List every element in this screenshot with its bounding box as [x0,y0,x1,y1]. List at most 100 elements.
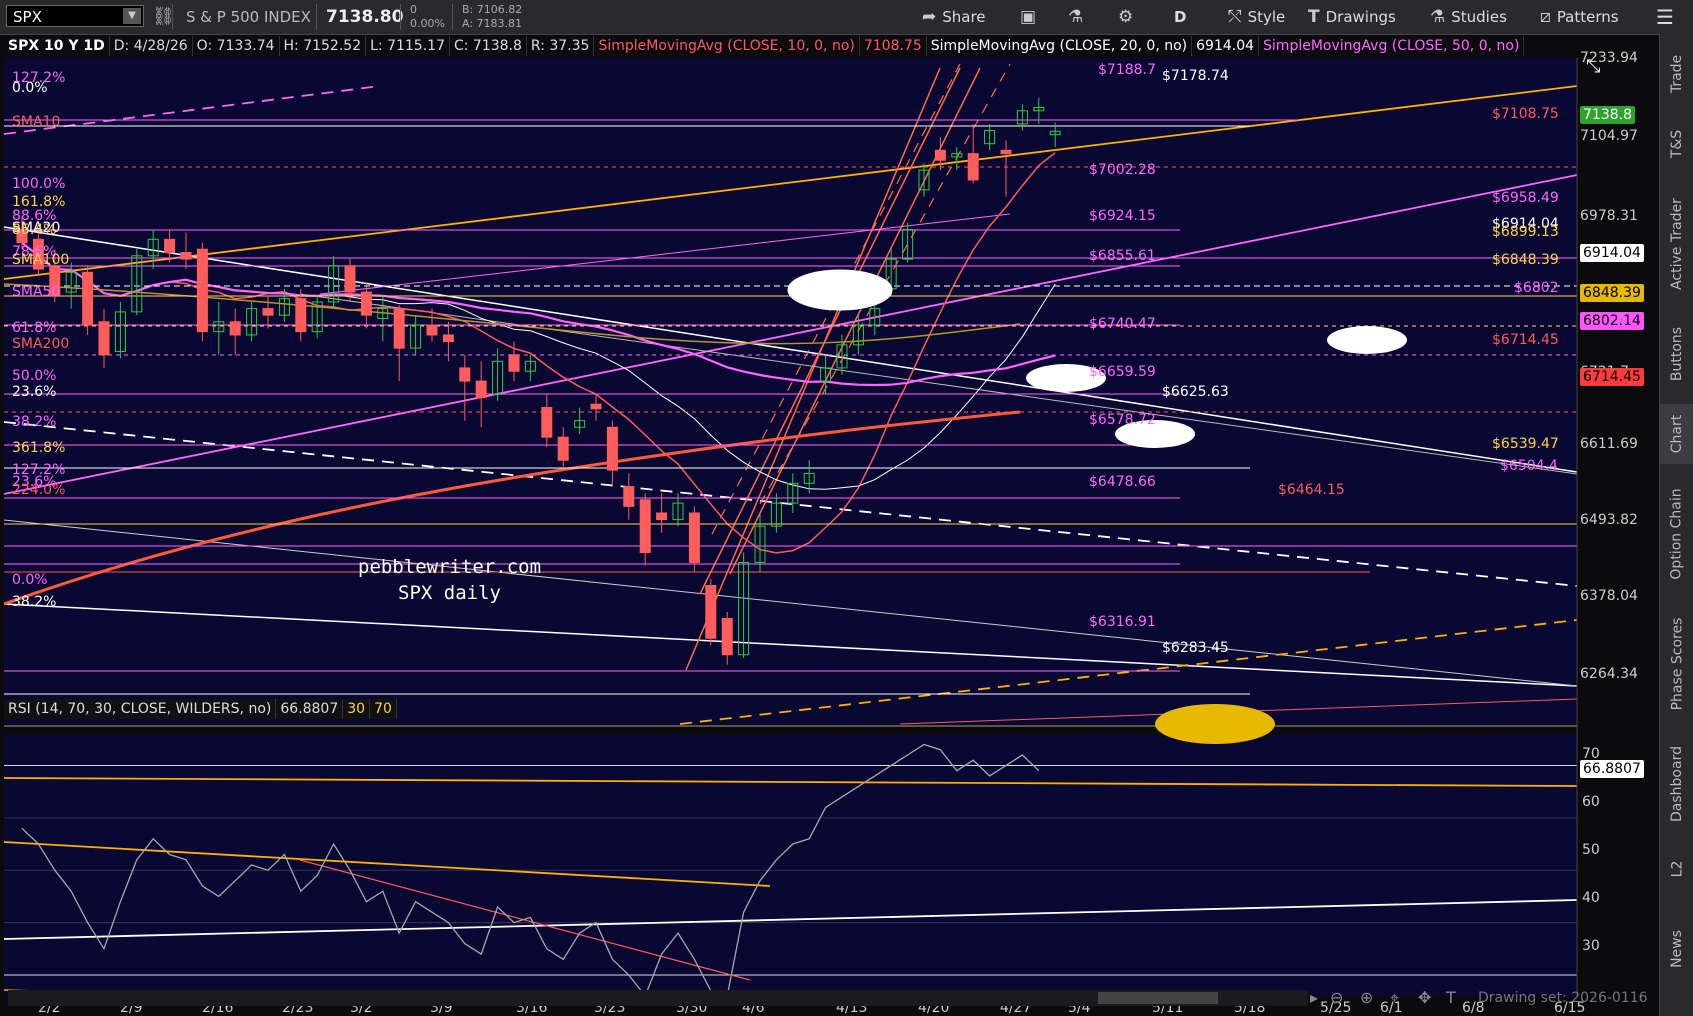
studies-button[interactable]: ⚗ Studies [1430,0,1507,34]
level-price-label: $6539.47 [1492,436,1559,452]
candle-body [639,499,651,554]
sidebar-tab-dashboard[interactable]: Dashboard [1660,734,1693,834]
studies-label: Studies [1451,8,1507,26]
candle-body [705,585,717,639]
lab-button[interactable]: ⚗ [1068,0,1083,34]
candle-body [475,380,487,399]
sidebar-tab-option-chain[interactable]: Option Chain [1660,474,1693,594]
net-change: 0 [410,3,417,16]
sidebar-tab-l2[interactable]: L2 [1660,844,1693,894]
level-price-label: $6958.49 [1492,190,1559,206]
text-tool-icon[interactable]: T [1446,988,1456,1007]
annotation-oval [787,269,893,311]
bar-range: R: 37.35 [527,36,595,56]
chevron-down-icon[interactable]: ▼ [123,8,141,24]
study-info-bar: SPX 10 Y 1D D: 4/28/26 O: 7133.74 H: 715… [4,36,1525,56]
flask-icon: ⚗ [1430,7,1446,27]
watermark-line1: pebblewriter.com [358,556,542,578]
divider [172,4,173,30]
sma10-label[interactable]: SimpleMovingAvg (CLOSE, 10, 0, no) [594,36,860,56]
candle-body [295,298,307,333]
top-toolbar: SPX ▼ ⛓ S & P 500 INDEX 7138.80 0 0.00% … [0,0,1693,35]
fib-left-label: 0.0% [12,572,48,588]
level-price-label: $6464.15 [1278,482,1345,498]
candle-body [606,426,618,471]
sidebar-tab-label: Active Trader [1669,198,1685,290]
candle-body [967,153,979,181]
level-price-label: $7108.75 [1492,106,1559,122]
fib-left-label: 361.8% [12,440,66,456]
candle-body [180,252,192,260]
fib-left-label: 38.2% [12,594,57,610]
sidebar-tab-phase-scores[interactable]: Phase Scores [1660,604,1693,724]
zoom-out-icon[interactable]: ⊖ [1330,988,1343,1007]
candle-body [262,308,274,316]
sidebar-tab-trade[interactable]: Trade [1660,44,1693,104]
candle-body [82,271,94,326]
settings-button[interactable]: ⚙ [1118,0,1133,34]
divider [400,4,401,30]
patterns-label: Patterns [1556,8,1619,26]
zoom-in-icon[interactable]: ⊕ [1360,988,1373,1007]
candle-body [98,321,110,356]
sidebar-tab-t-s[interactable]: T&S [1660,114,1693,174]
gear-icon: ⚙ [1118,7,1134,27]
sidebar-tab-active-trader[interactable]: Active Trader [1660,184,1693,304]
flask-icon: ⚗ [1068,7,1084,27]
candle-body [934,149,946,161]
drawings-button[interactable]: T Drawings [1308,0,1396,34]
level-price-label: $6848.39 [1492,252,1559,268]
candle-body [656,512,668,521]
bar-open: O: 7133.74 [193,36,280,56]
rsi-current-tag: 66.8807 [1580,760,1644,778]
snapshot-button[interactable]: ▣ [1020,0,1036,34]
sma50-label[interactable]: SimpleMovingAvg (CLOSE, 50, 0, no) [1259,36,1525,56]
pan-icon[interactable]: ✥ [1418,988,1431,1007]
thinkorswim-window: SPX ▼ ⛓ S & P 500 INDEX 7138.80 0 0.00% … [0,0,1693,1016]
symbol-text: SPX [13,8,42,26]
chart-area[interactable]: SPX 10 Y 1D D: 4/28/26 O: 7133.74 H: 715… [0,34,1659,1016]
chart-canvas[interactable] [0,34,1659,1016]
level-price-label: $7002.28 [1089,162,1156,178]
crosshair-icon[interactable]: ⌖ [1390,988,1399,1008]
drawing-set-label[interactable]: Drawing set: 2026-0116 [1478,990,1648,1006]
style-button[interactable]: ⤲ Style [1228,0,1285,34]
sma20-value: 6914.04 [1192,36,1260,56]
scroll-thumb[interactable] [1098,992,1218,1004]
candle-body [344,265,356,293]
fib-left-label: 61.8% [12,320,57,336]
candle-body [1000,149,1012,155]
sidebar-tab-label: T&S [1668,129,1685,159]
candle-body [623,486,635,507]
candle-body [721,617,733,656]
rsi-axis-tick: 50 [1582,842,1600,858]
share-button[interactable]: ➦ Share [922,0,986,34]
chart-title: SPX 10 Y 1D [4,36,110,56]
patterns-icon: ⧄ [1540,7,1551,27]
symbol-input[interactable]: SPX ▼ [6,5,144,27]
sidebar-tab-label: L2 [1669,860,1685,878]
symbol-description: S & P 500 INDEX [186,8,311,26]
style-label: Style [1247,8,1286,26]
sidebar-tab-news[interactable]: News [1660,904,1693,994]
level-price-label: $6899.13 [1492,224,1559,240]
rsi-label[interactable]: RSI (14, 70, 30, CLOSE, WILDERS, no) [4,699,277,719]
rsi-axis-tick: 60 [1582,794,1600,810]
fib-left-label: 38.2% [12,414,57,430]
sidebar-tab-chart[interactable]: Chart [1660,404,1693,464]
level-price-label: $7188.7 [1098,62,1156,78]
sidebar-tab-label: Trade [1669,54,1685,94]
sidebar-tab-buttons[interactable]: Buttons [1660,314,1693,394]
ask-price: A: 7183.81 [462,17,523,30]
patterns-button[interactable]: ⧄ Patterns [1540,0,1619,34]
sma20-label[interactable]: SimpleMovingAvg (CLOSE, 20, 0, no) [927,36,1193,56]
menu-button[interactable]: ☰ [1656,0,1674,34]
time-scrollbar[interactable] [8,990,1308,1006]
period-button[interactable]: D [1174,0,1186,34]
level-price-label: $6924.15 [1089,208,1156,224]
price-axis-tick: 6978.31 [1580,208,1638,224]
current-price-tag: 7138.8 [1580,106,1635,124]
fib-left-label: 85.4% [12,222,57,238]
sidebar-tab-label: News [1669,930,1685,968]
scroll-right-icon[interactable]: ▸ [1310,988,1318,1007]
